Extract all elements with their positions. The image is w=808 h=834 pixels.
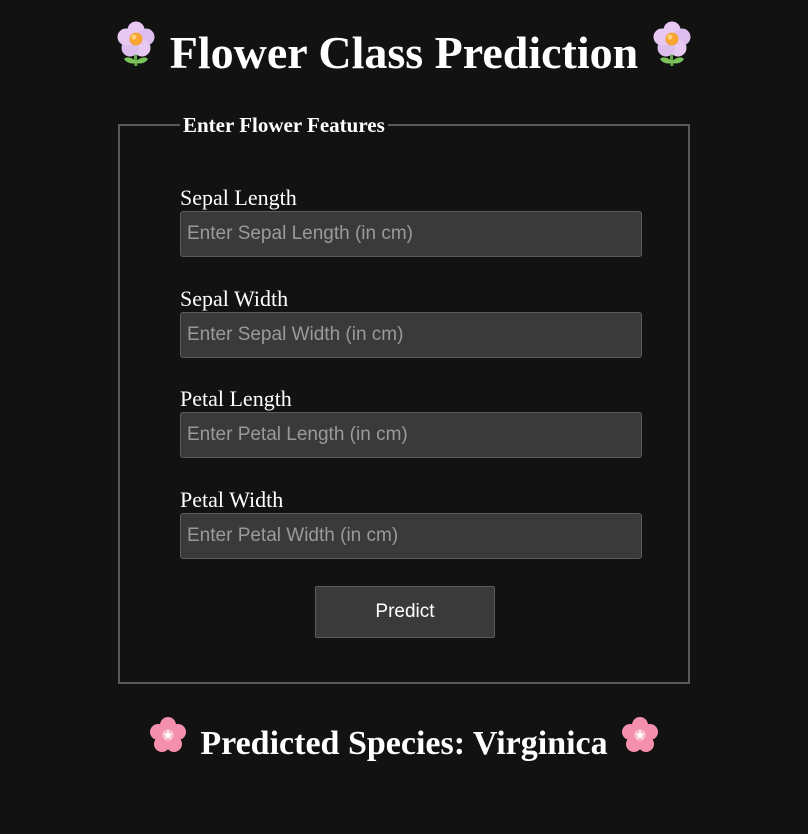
sepal-length-input[interactable] (180, 211, 642, 257)
cherry-blossom-icon (621, 717, 658, 767)
page-title-row: Flower Class Prediction (0, 21, 808, 87)
sepal-length-label: Sepal Length (180, 185, 297, 210)
form-legend: Enter Flower Features (183, 113, 385, 137)
petal-width-input[interactable] (180, 513, 642, 559)
flower-icon (116, 21, 156, 81)
petal-length-label: Petal Length (180, 386, 292, 411)
prediction-result-text: Predicted Species: Virginica (200, 725, 608, 762)
page-title: Flower Class Prediction (169, 27, 639, 78)
cherry-blossom-icon (150, 717, 187, 767)
petal-length-input[interactable] (180, 412, 642, 458)
petal-width-label: Petal Width (180, 487, 284, 512)
flower-icon (652, 21, 692, 81)
sepal-width-input[interactable] (180, 312, 642, 358)
sepal-width-label: Sepal Width (180, 286, 289, 311)
prediction-result-row: Predicted Species: Virginica (0, 717, 808, 771)
predict-button[interactable]: Predict (315, 586, 495, 638)
